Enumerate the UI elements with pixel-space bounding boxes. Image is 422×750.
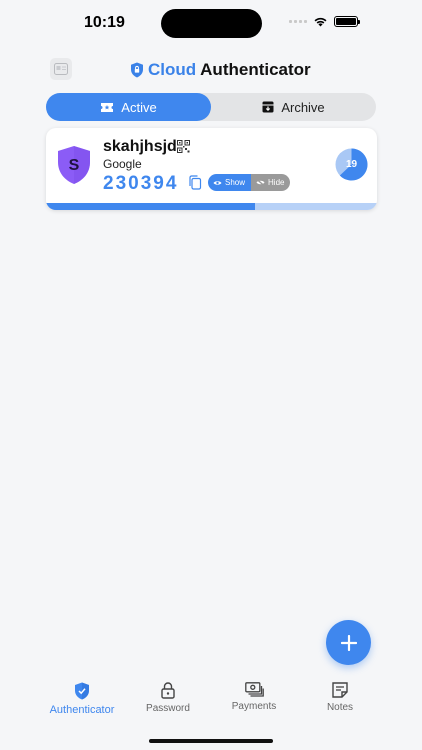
scan-card-icon[interactable] [50, 58, 72, 80]
ticket-icon [101, 102, 114, 112]
account-name: skahjhsjd [103, 138, 177, 155]
tab-archive-label: Archive [281, 99, 325, 115]
avatar-letter: S [69, 157, 80, 174]
title-rest: Authenticator [200, 60, 311, 79]
show-button[interactable]: Show [208, 174, 252, 191]
hide-label: Hide [268, 178, 285, 187]
shield-icon [75, 682, 89, 700]
copy-icon[interactable] [188, 175, 202, 190]
show-hide-toggle: Show Hide [208, 174, 291, 191]
tab-archive[interactable]: Archive [211, 93, 376, 121]
cellular-signal-icon [289, 20, 307, 23]
app-header: Cloud Authenticator [0, 58, 422, 84]
shield-logo-icon [131, 62, 143, 78]
nav-notes-label: Notes [326, 702, 354, 713]
nav-password[interactable]: Password [128, 682, 208, 714]
nav-password-label: Password [146, 703, 190, 714]
qr-code-icon[interactable] [177, 140, 190, 153]
status-time: 10:19 [84, 14, 125, 31]
bottom-nav: Authenticator Password Payments Notes [0, 682, 422, 722]
wifi-icon [314, 17, 327, 27]
account-avatar: S [58, 146, 90, 184]
nav-notes[interactable]: Notes [300, 682, 380, 713]
dynamic-island [161, 9, 262, 38]
nav-authenticator[interactable]: Authenticator [42, 682, 122, 716]
status-icons [289, 16, 360, 27]
eye-icon [213, 180, 222, 185]
title-brand: Cloud [148, 60, 197, 79]
nav-authenticator-label: Authenticator [49, 704, 115, 716]
nav-payments[interactable]: Payments [214, 682, 294, 712]
home-indicator [149, 739, 273, 743]
account-card[interactable]: S skahjhsjd Google 230394 Show Hide 19 [46, 128, 377, 210]
progress-fill [46, 203, 255, 210]
hide-button[interactable]: Hide [251, 174, 291, 191]
eye-slash-icon [256, 179, 265, 186]
page-title: Cloud Authenticator [130, 60, 311, 80]
nav-payments-label: Payments [231, 701, 277, 712]
tab-active[interactable]: Active [46, 93, 211, 121]
otp-code: 230394 [103, 173, 179, 194]
cash-icon [244, 682, 264, 697]
status-bar: 10:19 [0, 0, 422, 46]
battery-icon [334, 16, 360, 27]
note-icon [332, 682, 348, 698]
countdown-seconds: 19 [345, 159, 358, 170]
archive-box-icon [262, 101, 274, 113]
plus-icon [340, 634, 357, 651]
show-label: Show [225, 178, 246, 187]
code-expiry-progress [46, 203, 377, 210]
account-issuer: Google [103, 157, 142, 171]
lock-icon [161, 682, 175, 699]
tab-active-label: Active [121, 99, 157, 115]
tab-switcher: Active Archive [46, 93, 376, 121]
add-account-button[interactable] [326, 620, 371, 665]
